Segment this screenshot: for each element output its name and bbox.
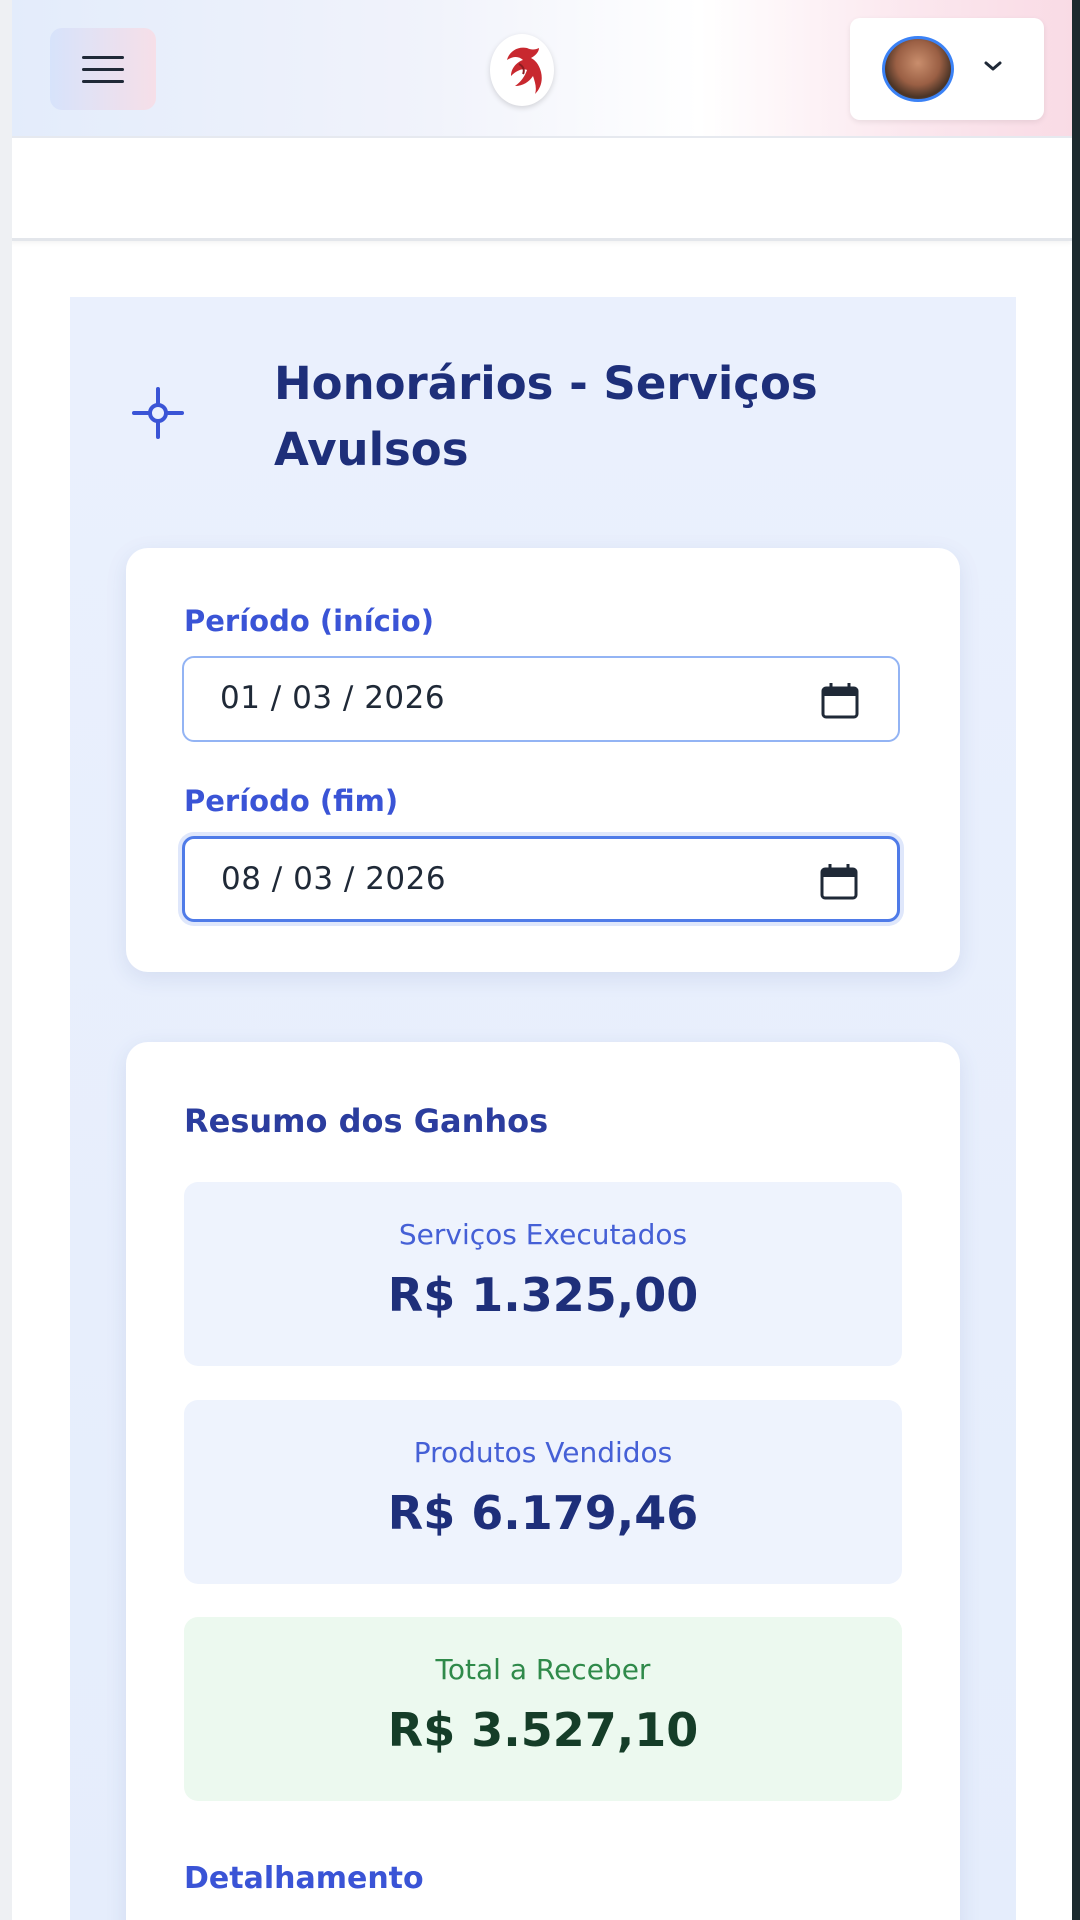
avatar <box>882 36 954 102</box>
menu-toggle-button[interactable] <box>50 28 156 110</box>
end-date-input[interactable]: 08 / 03 / 2026 <box>182 836 900 922</box>
stat-value: R$ 1.325,00 <box>387 1268 699 1322</box>
app-logo[interactable] <box>490 34 554 106</box>
period-filter-card: Período (início) 01 / 03 / 2026 Período … <box>126 548 960 972</box>
stat-label: Serviços Executados <box>398 1218 688 1251</box>
stat-value: R$ 3.527,10 <box>387 1703 699 1757</box>
end-date-value: 08 / 03 / 2026 <box>221 861 447 897</box>
chevron-down-icon <box>984 61 1002 71</box>
crosshair-sparkle-icon <box>132 387 184 439</box>
start-date-value: 01 / 03 / 2026 <box>220 680 446 716</box>
calendar-icon[interactable] <box>820 682 860 720</box>
app-window: Honorários - Serviços Avulsos Período (i… <box>0 0 1072 1920</box>
user-menu-button[interactable] <box>850 18 1044 120</box>
secondary-bar <box>10 138 1072 241</box>
products-sold-stat: Produtos Vendidos R$ 6.179,46 <box>184 1400 902 1584</box>
calendar-icon[interactable] <box>819 863 859 901</box>
summary-title: Resumo dos Ganhos <box>184 1102 549 1140</box>
hamburger-menu-icon <box>82 54 124 84</box>
page-title: Honorários - Serviços Avulsos <box>274 357 818 476</box>
stat-value: R$ 6.179,46 <box>387 1486 699 1540</box>
detail-section-title: Detalhamento <box>184 1861 424 1896</box>
main-panel: Honorários - Serviços Avulsos Período (i… <box>70 297 1016 1920</box>
start-period-label: Período (início) <box>184 604 434 638</box>
bird-logo-icon <box>507 47 542 94</box>
stat-label: Total a Receber <box>435 1653 651 1686</box>
total-receivable-stat: Total a Receber R$ 3.527,10 <box>184 1617 902 1801</box>
start-date-input[interactable]: 01 / 03 / 2026 <box>182 656 900 742</box>
top-navbar <box>10 0 1072 138</box>
stat-label: Produtos Vendidos <box>413 1436 673 1469</box>
end-period-label: Período (fim) <box>184 784 399 818</box>
services-executed-stat: Serviços Executados R$ 1.325,00 <box>184 1182 902 1366</box>
earnings-summary-card: Resumo dos Ganhos Serviços Executados R$… <box>126 1042 960 1920</box>
